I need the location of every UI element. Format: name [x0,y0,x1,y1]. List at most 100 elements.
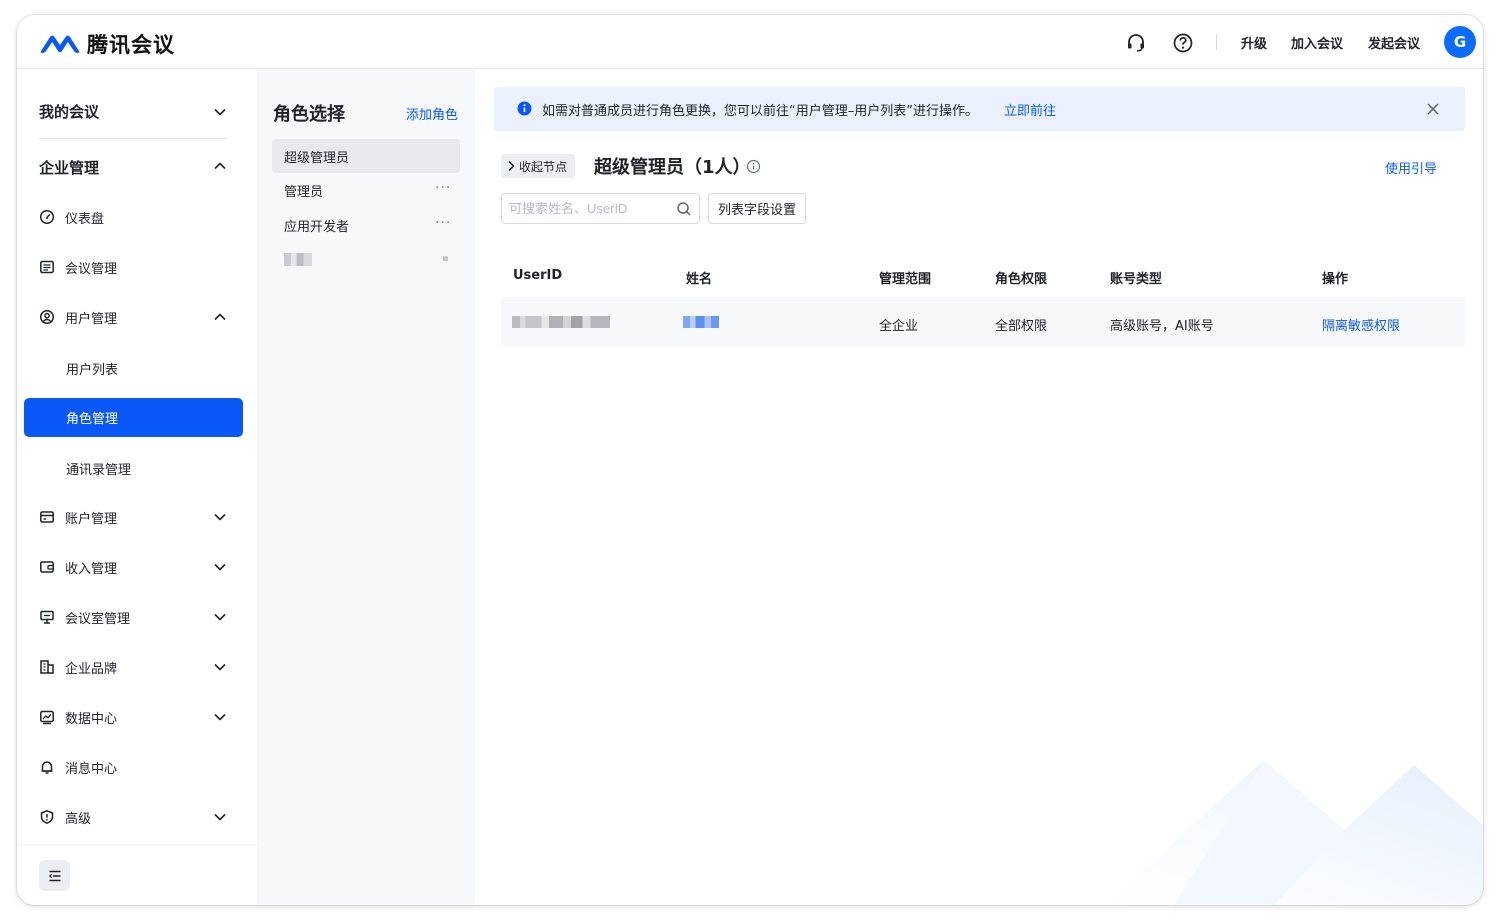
help-circle-icon[interactable] [1172,32,1194,54]
redacted-name[interactable] [683,316,719,328]
chevron-down-icon[interactable] [213,105,227,119]
gauge-icon [39,209,55,225]
collapse-menu-icon [48,870,60,881]
chevron-down-icon[interactable] [213,610,227,624]
sidebar-item-label: 账户管理 [65,511,118,527]
role-selection-title: 角色选择 [273,104,345,125]
upgrade-link[interactable]: 升级 [1241,33,1267,52]
role-item-label: 应用开发者 [284,219,350,235]
add-role-link[interactable]: 添加角色 [406,104,458,123]
start-meeting-link[interactable]: 发起会议 [1368,33,1420,52]
role-item-redacted[interactable] [272,242,460,276]
sidebar-item-room-mgmt[interactable]: 会议室管理 [39,606,235,628]
sidebar-item-message-center[interactable]: 消息中心 [39,756,235,778]
card-icon [40,511,54,523]
column-header-permission[interactable]: 角色权限 [995,268,1047,287]
close-icon[interactable] [1426,102,1440,116]
more-options-icon[interactable]: ··· [435,215,451,231]
chevron-down-icon[interactable] [213,710,227,724]
chart-window-icon [40,710,54,725]
sidebar-item-label: 消息中心 [65,761,118,777]
role-selection-panel: 角色选择 添加角色 超级管理员 管理员 ··· 应用开发者 ··· [257,70,474,905]
info-banner: 如需对普通成员进行角色更换，您可以前往“用户管理–用户列表”进行操作。 立即前往 [494,87,1465,131]
column-header-scope[interactable]: 管理范围 [879,268,931,287]
table-row[interactable] [501,297,1465,347]
banner-message: 如需对普通成员进行角色更换，您可以前往“用户管理–用户列表”进行操作。 [542,104,978,119]
info-outline-icon[interactable] [746,159,761,174]
chevron-up-icon[interactable] [213,159,227,173]
headset-icon[interactable] [1125,32,1147,54]
search-box [501,193,700,224]
redacted-text [443,256,448,261]
sidebar-item-user-list[interactable]: 用户列表 [66,359,118,378]
sidebar-item-account-mgmt[interactable]: 账户管理 [39,506,235,528]
chevron-right-icon [508,160,515,172]
sidebar-item-label: 用户管理 [65,311,118,327]
sidebar-item-label: 会议室管理 [65,611,131,627]
column-header-userid[interactable]: UserID [513,268,562,283]
join-meeting-link[interactable]: 加入会议 [1291,33,1343,52]
sidebar-item-label: 高级 [65,811,92,827]
page-title: 超级管理员（1人） [594,157,751,178]
sidebar-item-brand[interactable]: 企业品牌 [39,656,235,678]
isolate-sensitive-permission-link[interactable]: 隔离敏感权限 [1322,315,1400,334]
role-item-super-admin[interactable]: 超级管理员 [272,139,460,173]
search-input[interactable] [502,194,672,223]
role-item-label: 管理员 [284,184,324,200]
user-circle-icon [39,309,55,325]
sidebar-item-dashboard[interactable]: 仪表盘 [39,206,235,228]
sidebar-item-label: 企业品牌 [65,661,118,677]
role-item-app-developer[interactable]: 应用开发者 [272,208,460,242]
sidebar-footer-divider [17,844,257,845]
app-window: 腾讯会议 升级 加入会议 发起会议 G 我的会议 企业管理 仪表盘 会议管理 用… [17,15,1483,905]
chevron-down-icon[interactable] [213,560,227,574]
sidebar-item-role-mgmt[interactable]: 角色管理 [24,398,243,437]
collapse-node-button[interactable]: 收起节点 [501,154,576,178]
usage-guide-link[interactable]: 使用引导 [1385,158,1437,177]
chevron-down-icon[interactable] [213,660,227,674]
list-window-icon [40,260,54,274]
sidebar-item-income-mgmt[interactable]: 收入管理 [39,556,235,578]
sidebar-item-data-center[interactable]: 数据中心 [39,706,235,728]
logo[interactable]: 腾讯会议 [39,29,175,59]
column-header-action: 操作 [1322,272,1349,287]
sidebar-divider [39,138,227,139]
chevron-down-icon[interactable] [213,810,227,824]
info-icon [517,101,532,116]
sidebar-item-label: 收入管理 [65,561,118,577]
sidebar-item-label: 仪表盘 [65,211,105,227]
list-field-settings-button[interactable]: 列表字段设置 [708,193,806,224]
sidebar-item-label: 数据中心 [65,711,118,727]
bell-icon [41,761,53,774]
more-options-icon[interactable]: ··· [435,180,451,196]
sidebar-section-my-meetings[interactable]: 我的会议 [39,101,99,122]
tencent-meeting-logo-icon [40,35,80,53]
search-icon[interactable] [676,201,692,217]
building-icon [40,660,54,674]
shield-alert-icon [40,810,54,824]
go-now-link[interactable]: 立即前往 [1004,100,1056,119]
chevron-down-icon[interactable] [213,510,227,524]
redacted-text [284,253,312,266]
collapse-sidebar-button[interactable] [39,860,70,891]
role-item-label: 超级管理员 [284,150,350,166]
user-avatar[interactable]: G [1444,26,1476,58]
sidebar: 我的会议 企业管理 仪表盘 会议管理 用户管理 用户列表 角色管理 通讯录管理 … [17,70,257,905]
cell-scope: 全企业 [879,319,919,334]
collapse-node-label: 收起节点 [519,159,568,174]
cell-account-type: 高级账号，AI账号 [1110,319,1214,334]
chevron-up-icon[interactable] [213,310,227,324]
sidebar-section-enterprise[interactable]: 企业管理 [39,157,99,178]
sidebar-item-user-mgmt[interactable]: 用户管理 [39,306,235,328]
sidebar-item-meeting-mgmt[interactable]: 会议管理 [39,256,235,278]
sidebar-item-advanced[interactable]: 高级 [39,806,235,828]
role-item-admin[interactable]: 管理员 [272,173,460,207]
column-header-name[interactable]: 姓名 [686,268,712,287]
header-divider [1216,34,1217,50]
main-content: 如需对普通成员进行角色更换，您可以前往“用户管理–用户列表”进行操作。 立即前往… [474,70,1483,905]
sidebar-item-contacts-mgmt[interactable]: 通讯录管理 [66,459,131,478]
column-header-account-type[interactable]: 账号类型 [1110,268,1162,287]
sidebar-item-label: 会议管理 [65,261,118,277]
wallet-icon [40,561,54,573]
presentation-board-icon [40,610,54,624]
